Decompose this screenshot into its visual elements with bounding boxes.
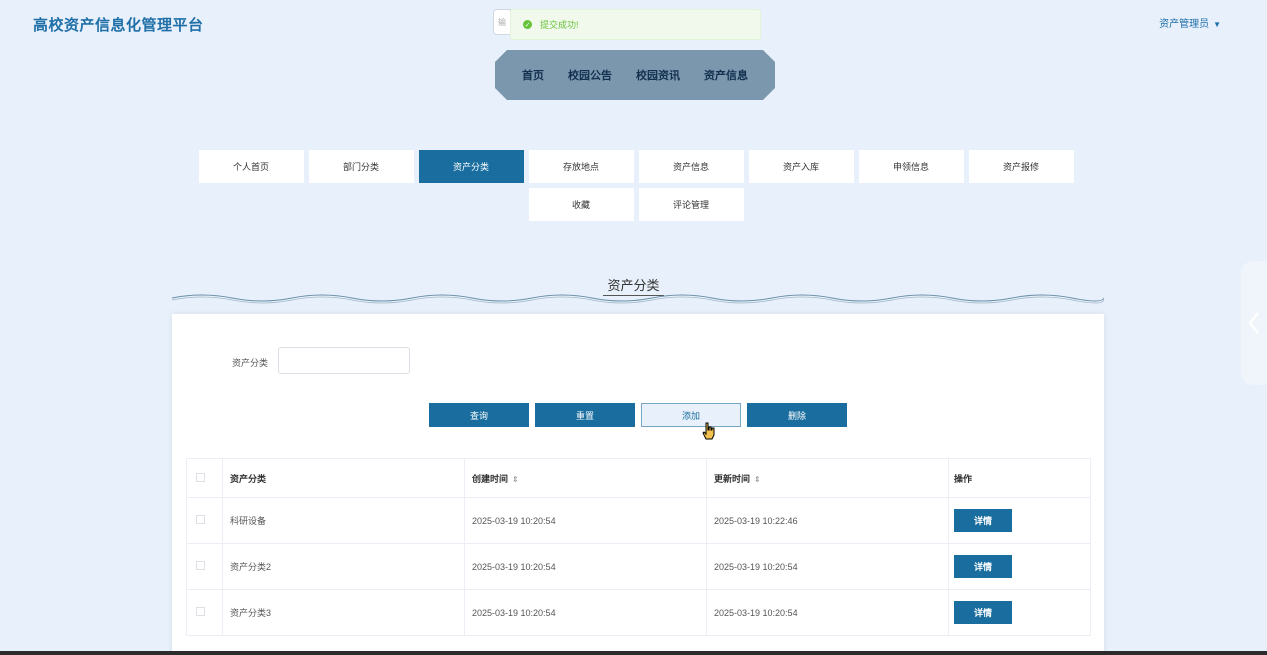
select-all-cell: [186, 458, 223, 498]
row-checkbox[interactable]: [196, 515, 205, 524]
nav-item-home[interactable]: 首页: [522, 67, 544, 83]
taskbar-strip: [0, 651, 1267, 655]
chevron-left-icon: [1248, 312, 1259, 334]
table-header-row: 资产分类 创建时间 ⇕ 更新时间 ⇕ 操作: [186, 458, 1091, 498]
asset-category-table: 资产分类 创建时间 ⇕ 更新时间 ⇕ 操作 科研设备 2025-03-19 10:2…: [186, 458, 1091, 636]
check-circle-icon: ✓: [523, 20, 532, 29]
detail-button[interactable]: 详情: [954, 555, 1012, 578]
content-card: 资产分类 查询 重置 添加 删除 资产分类 创建时间 ⇕ 更新时间 ⇕ 操作 科研设…: [172, 314, 1104, 655]
tab-storage-location[interactable]: 存放地点: [528, 150, 634, 183]
cell-category: 科研设备: [222, 497, 465, 544]
sort-icon[interactable]: ⇕: [512, 475, 519, 484]
cell-updated: 2025-03-19 10:20:54: [706, 589, 949, 636]
tab-asset-info[interactable]: 资产信息: [638, 150, 744, 183]
tab-personal-home[interactable]: 个人首页: [198, 150, 304, 183]
add-button[interactable]: 添加: [641, 403, 741, 427]
cell-updated: 2025-03-19 10:20:54: [706, 543, 949, 590]
user-menu-label: 资产管理员: [1159, 19, 1210, 30]
cell-created: 2025-03-19 10:20:54: [464, 589, 707, 636]
row-checkbox[interactable]: [196, 607, 205, 616]
table-row: 资产分类2 2025-03-19 10:20:54 2025-03-19 10:…: [186, 543, 1091, 590]
nav-item-news[interactable]: 校园资讯: [636, 67, 680, 83]
tab-favorites[interactable]: 收藏: [528, 188, 634, 221]
column-header-category: 资产分类: [222, 458, 465, 498]
tab-comment-management[interactable]: 评论管理: [638, 188, 744, 221]
cell-category: 资产分类2: [222, 543, 465, 590]
tab-asset-category[interactable]: 资产分类: [418, 150, 524, 183]
success-toast: ✓ 提交成功!: [510, 9, 761, 40]
category-search-input[interactable]: [278, 347, 410, 374]
wave-divider: [172, 294, 1104, 304]
hand-cursor-icon: [702, 422, 715, 440]
caret-down-icon: ▼: [1213, 20, 1221, 29]
select-all-checkbox[interactable]: [196, 472, 205, 482]
column-header-updated[interactable]: 更新时间 ⇕: [706, 458, 949, 498]
row-checkbox-cell: [186, 497, 223, 544]
user-menu[interactable]: 资产管理员 ▼: [1159, 15, 1221, 30]
row-checkbox[interactable]: [196, 561, 205, 570]
query-button[interactable]: 查询: [429, 403, 529, 427]
cell-created: 2025-03-19 10:20:54: [464, 543, 707, 590]
brand-title: 高校资产信息化管理平台: [33, 17, 204, 34]
cell-actions: 详情: [948, 497, 1091, 544]
toast-message: 提交成功!: [540, 20, 579, 30]
tab-department-category[interactable]: 部门分类: [308, 150, 414, 183]
module-tabs: 个人首页 部门分类 资产分类 存放地点 资产信息 资产入库 申领信息 资产报修 …: [196, 150, 1076, 221]
side-panel-toggle[interactable]: [1241, 261, 1267, 385]
detail-button[interactable]: 详情: [954, 509, 1012, 532]
table-row: 科研设备 2025-03-19 10:20:54 2025-03-19 10:2…: [186, 497, 1091, 544]
search-input[interactable]: 输: [493, 9, 511, 35]
cell-actions: 详情: [948, 589, 1091, 636]
filter-label: 资产分类: [232, 358, 269, 368]
tab-asset-stock-in[interactable]: 资产入库: [748, 150, 854, 183]
nav-item-announcements[interactable]: 校园公告: [568, 67, 612, 83]
row-checkbox-cell: [186, 543, 223, 590]
column-header-created[interactable]: 创建时间 ⇕: [464, 458, 707, 498]
delete-button[interactable]: 删除: [747, 403, 847, 427]
row-checkbox-cell: [186, 589, 223, 636]
tab-asset-repair[interactable]: 资产报修: [968, 150, 1074, 183]
cell-category: 资产分类3: [222, 589, 465, 636]
reset-button[interactable]: 重置: [535, 403, 635, 427]
cell-updated: 2025-03-19 10:22:46: [706, 497, 949, 544]
top-navigation: 首页 校园公告 校园资讯 资产信息: [495, 50, 775, 100]
column-header-actions: 操作: [948, 458, 1091, 498]
tab-requisition[interactable]: 申领信息: [858, 150, 964, 183]
table-row: 资产分类3 2025-03-19 10:20:54 2025-03-19 10:…: [186, 589, 1091, 636]
cell-created: 2025-03-19 10:20:54: [464, 497, 707, 544]
sort-icon[interactable]: ⇕: [754, 475, 761, 484]
nav-item-assets[interactable]: 资产信息: [704, 67, 748, 83]
detail-button[interactable]: 详情: [954, 601, 1012, 624]
cell-actions: 详情: [948, 543, 1091, 590]
